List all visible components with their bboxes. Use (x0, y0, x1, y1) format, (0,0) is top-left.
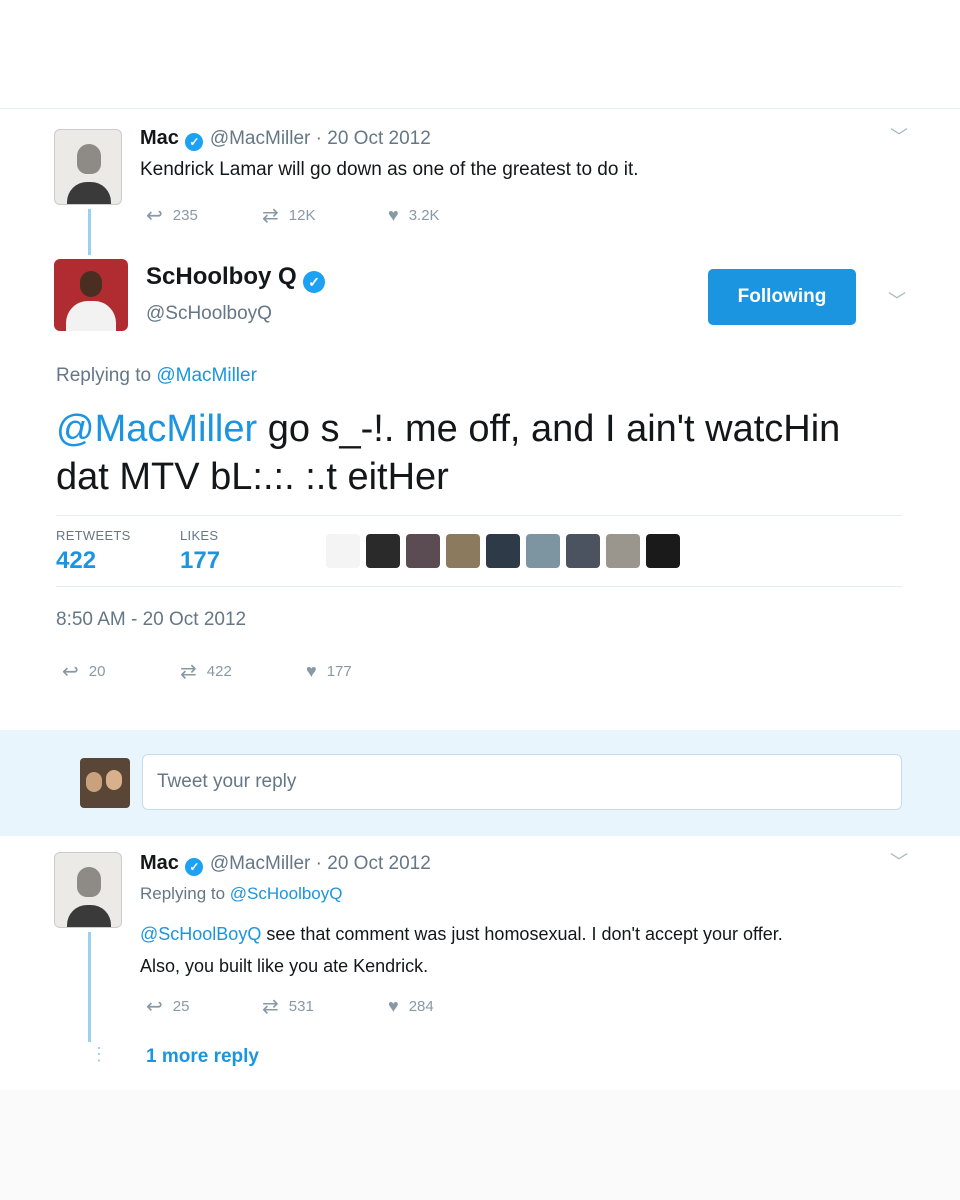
like-count: 3.2K (408, 207, 440, 224)
reply-count: 25 (172, 998, 190, 1015)
tweet-actions: ↩ 20 ⇄ 422 ♥ 177 (62, 659, 352, 684)
retweet-icon: ⇄ (262, 996, 279, 1018)
verified-badge-icon: ✓ (185, 858, 204, 876)
tweet-text-line1: go s_-!. me off, and I ain't watcHin (257, 408, 841, 450)
tweet-text: @MacMiller go s_-!. me off, and I ain't … (56, 405, 916, 501)
chevron-down-icon[interactable]: ﹀ (888, 287, 906, 313)
tweet-header: Mac ✓ @MacMiller · 20 Oct 2012 (140, 127, 431, 151)
heart-icon: ♥ (388, 996, 399, 1016)
likes-label: LIKES (180, 528, 219, 543)
reply-button[interactable]: ↩ 25 (146, 994, 262, 1019)
liker-avatar[interactable] (406, 534, 440, 568)
tweet-text-line2: dat MTV bL:.:. :.t eitHer (56, 456, 449, 498)
heart-icon: ♥ (306, 661, 317, 681)
retweets-label: RETWEETS (56, 528, 131, 543)
tweet-text: @ScHoolBoyQ see that comment was just ho… (140, 918, 940, 982)
author-name[interactable]: ScHoolboy Q (146, 263, 297, 290)
reply-icon: ↩ (146, 996, 163, 1018)
like-button[interactable]: ♥ 284 (388, 996, 434, 1017)
retweet-button[interactable]: ⇄ 12K (262, 203, 388, 228)
author-handle[interactable]: @MacMiller · 20 Oct 2012 (210, 128, 431, 149)
mention-link[interactable]: @MacMiller (56, 408, 257, 450)
thread-line (88, 932, 91, 1042)
tweet-header: Mac ✓ @MacMiller · 20 Oct 2012 (140, 852, 431, 876)
retweet-button[interactable]: ⇄ 531 (262, 994, 388, 1019)
thread-dots: ⋮ (90, 1044, 108, 1064)
avatar[interactable] (54, 259, 128, 331)
author-handle[interactable]: @MacMiller · 20 Oct 2012 (210, 853, 431, 874)
author-name[interactable]: Mac (140, 127, 179, 149)
avatar[interactable] (80, 758, 130, 808)
likes-count: 177 (180, 547, 221, 574)
replying-to-link[interactable]: @MacMiller (156, 365, 257, 386)
following-button[interactable]: Following (708, 269, 856, 325)
retweet-icon: ⇄ (262, 205, 279, 227)
retweet-count: 531 (288, 998, 314, 1015)
replying-to-label: Replying to (56, 365, 157, 386)
reply-tweet-card: ⋮ Mac ✓ @MacMiller · 20 Oct 2012 ﹀ Reply… (0, 836, 960, 1090)
reply-composer (0, 730, 960, 836)
tweet-text: Kendrick Lamar will go down as one of th… (140, 159, 639, 180)
replying-to: Replying to @ScHoolboyQ (140, 884, 342, 904)
liker-avatar[interactable] (326, 534, 360, 568)
more-replies-link[interactable]: 1 more reply (146, 1046, 259, 1068)
author-handle[interactable]: @ScHoolboyQ (146, 303, 272, 325)
retweets-count: 422 (56, 547, 97, 574)
page-background (0, 1090, 960, 1200)
author-name[interactable]: Mac (140, 852, 179, 874)
retweet-count: 12K (288, 207, 316, 224)
reply-count: 235 (172, 207, 198, 224)
chevron-down-icon[interactable]: ﹀ (890, 123, 908, 149)
replying-to-label: Replying to (140, 884, 230, 903)
liker-avatar[interactable] (366, 534, 400, 568)
liker-avatar[interactable] (566, 534, 600, 568)
like-count: 177 (326, 663, 352, 680)
retweets-stat[interactable]: RETWEETS 422 (56, 528, 131, 575)
liker-avatar[interactable] (606, 534, 640, 568)
avatar[interactable] (54, 129, 122, 205)
like-button[interactable]: ♥ 177 (306, 661, 352, 682)
tweet-actions: ↩ 235 ⇄ 12K ♥ 3.2K (146, 203, 440, 228)
tweet-timestamp[interactable]: 8:50 AM - 20 Oct 2012 (56, 609, 246, 631)
like-count: 284 (408, 998, 434, 1015)
replying-to: Replying to @MacMiller (56, 365, 257, 387)
retweet-button[interactable]: ⇄ 422 (180, 659, 306, 684)
tweet-text-line1: see that comment was just homosexual. I … (261, 924, 783, 944)
retweet-icon: ⇄ (180, 661, 197, 683)
liker-avatars (326, 534, 686, 568)
conversation-card: Mac ✓ @MacMiller · 20 Oct 2012 ﹀ Kendric… (0, 108, 960, 730)
tweet-header: ScHoolboy Q ✓ (146, 263, 327, 293)
thread-line (88, 209, 91, 255)
like-button[interactable]: ♥ 3.2K (388, 205, 440, 226)
chevron-down-icon[interactable]: ﹀ (890, 848, 908, 874)
replying-to-link[interactable]: @ScHoolboyQ (230, 884, 343, 903)
reply-button[interactable]: ↩ 235 (146, 203, 262, 228)
heart-icon: ♥ (388, 205, 399, 225)
reply-button[interactable]: ↩ 20 (62, 659, 180, 684)
liker-avatar[interactable] (486, 534, 520, 568)
tweet-text-line2: Also, you built like you ate Kendrick. (140, 956, 429, 976)
reply-icon: ↩ (146, 205, 163, 227)
engagement-stats: RETWEETS 422 LIKES 177 (56, 515, 902, 587)
reply-count: 20 (88, 663, 106, 680)
verified-badge-icon: ✓ (303, 271, 326, 293)
reply-input[interactable] (142, 754, 902, 810)
liker-avatar[interactable] (526, 534, 560, 568)
tweet-actions: ↩ 25 ⇄ 531 ♥ 284 (146, 994, 434, 1019)
retweet-count: 422 (206, 663, 232, 680)
avatar[interactable] (54, 852, 122, 928)
reply-icon: ↩ (62, 661, 79, 683)
likes-stat[interactable]: LIKES 177 (180, 528, 220, 575)
mention-link[interactable]: @ScHoolBoyQ (140, 924, 261, 944)
liker-avatar[interactable] (646, 534, 680, 568)
liker-avatar[interactable] (446, 534, 480, 568)
verified-badge-icon: ✓ (185, 133, 204, 151)
